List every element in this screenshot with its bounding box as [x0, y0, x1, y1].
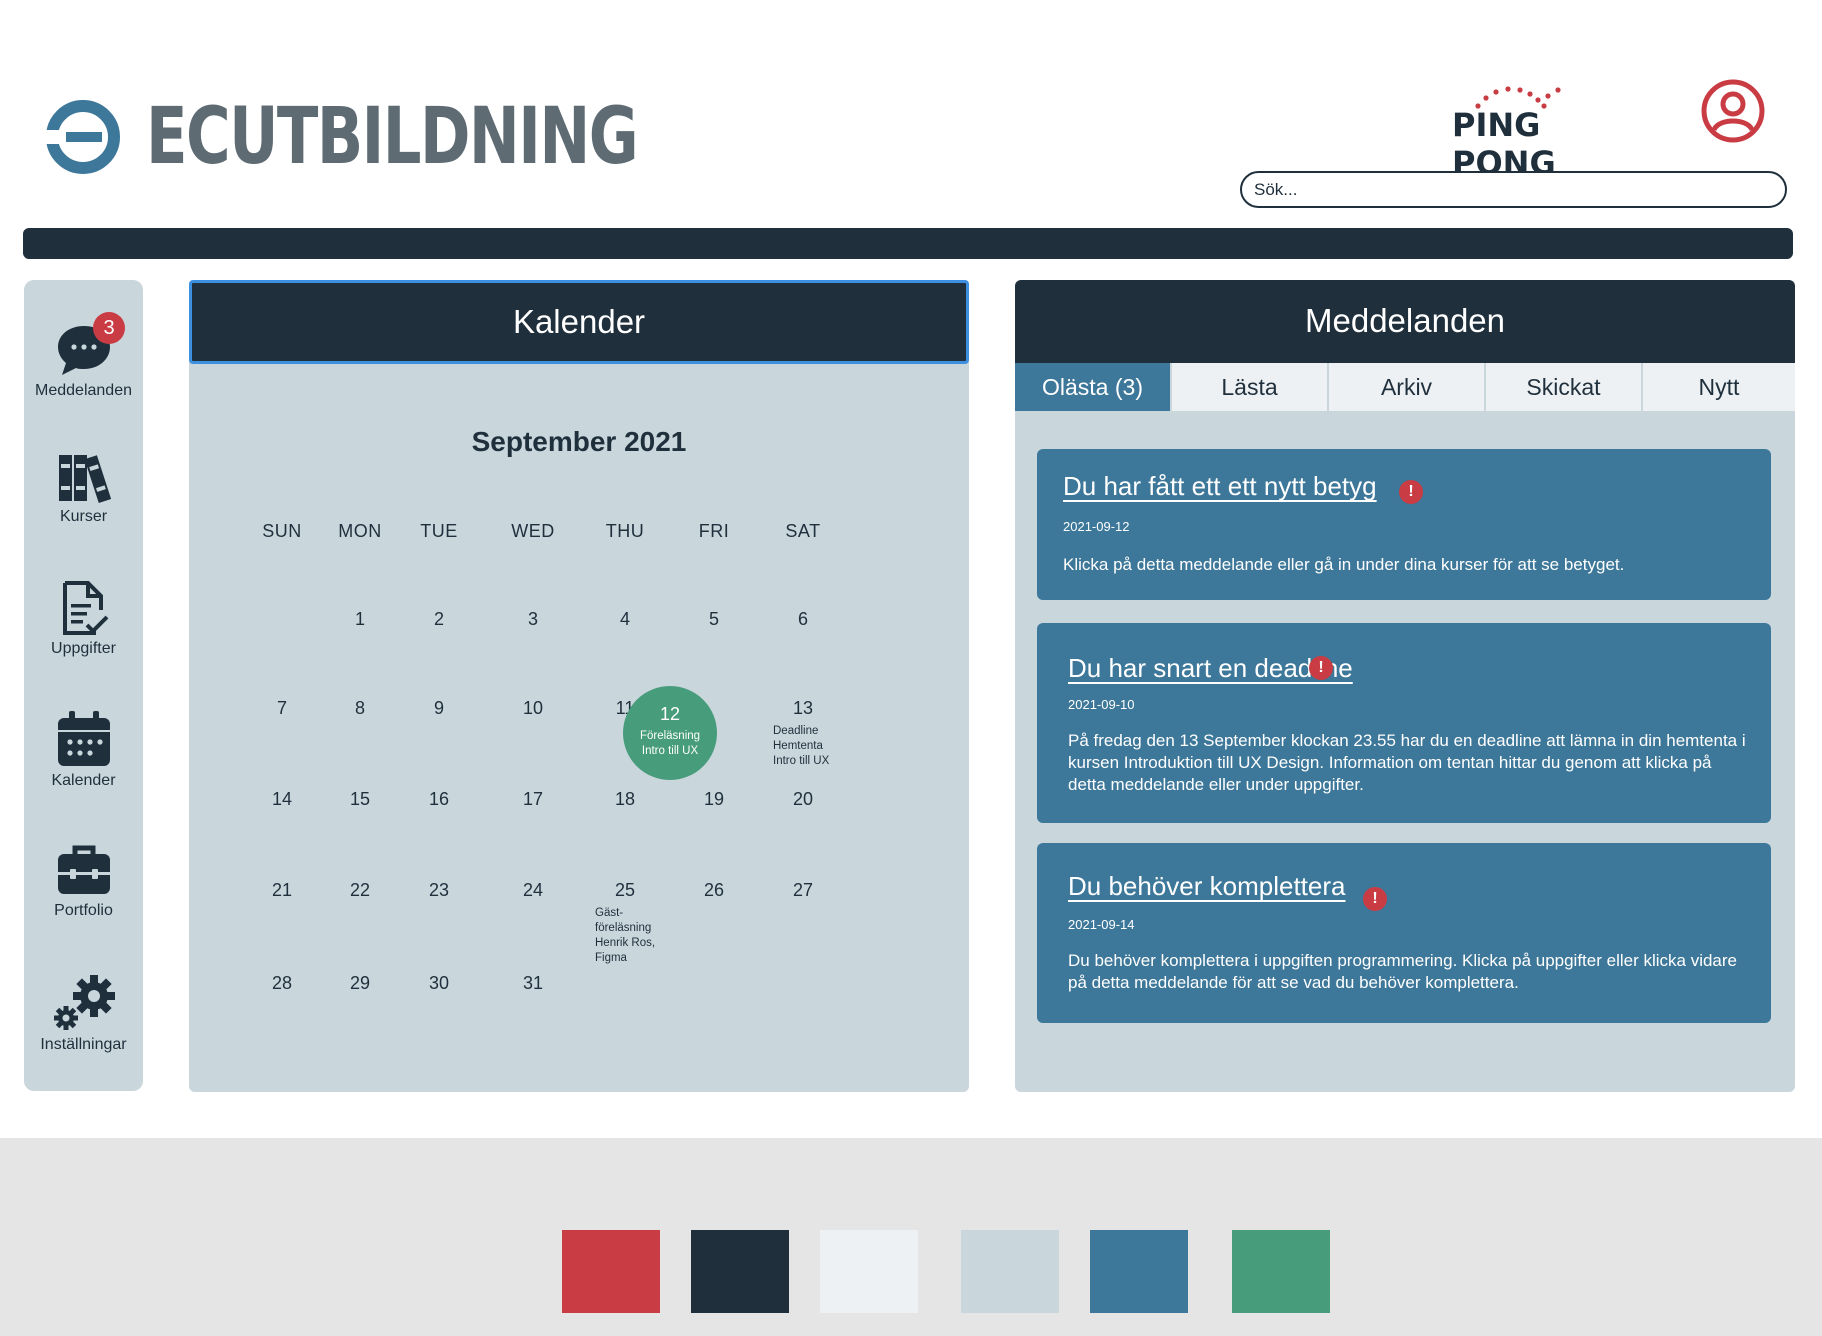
tab-nytt[interactable]: Nytt: [1643, 363, 1795, 411]
alert-icon: !: [1309, 656, 1333, 680]
messages-title: Meddelanden: [1015, 280, 1795, 363]
message-date: 2021-09-14: [1068, 917, 1135, 932]
messages-panel: Meddelanden Olästa (3) Lästa Arkiv Skick…: [1015, 280, 1795, 1092]
day-event: Deadline Hemtenta Intro till UX: [773, 725, 830, 767]
tab-arkiv[interactable]: Arkiv: [1329, 363, 1486, 411]
pingpong-logo[interactable]: PING PONG: [1450, 82, 1640, 182]
calendar-day[interactable]: 17: [493, 789, 573, 810]
app-page: ECUTBILDNING PING PONG Sök... 3 Meddelan…: [0, 0, 1822, 1336]
calendar-day[interactable]: 18: [585, 789, 665, 810]
calendar-day[interactable]: 13: [763, 698, 843, 719]
calendar-day[interactable]: 16: [399, 789, 479, 810]
alert-icon: !: [1399, 480, 1423, 504]
sidebar-item-label: Portfolio: [54, 902, 113, 919]
sidebar-item-meddelanden[interactable]: 3 Meddelanden: [24, 312, 143, 400]
weekday-header: FRI: [698, 521, 730, 541]
message-card[interactable]: Du har fått ett ett nytt betyg ! 2021-09…: [1037, 449, 1771, 600]
calendar-day[interactable]: 15: [320, 789, 400, 810]
weekday-header: TUE: [420, 521, 458, 541]
color-swatch: [1090, 1230, 1188, 1313]
day-number: 12: [659, 704, 681, 724]
message-body: Klicka på detta meddelande eller gå in u…: [1063, 555, 1625, 574]
calendar-day[interactable]: 4: [585, 609, 665, 630]
calendar-day[interactable]: 31: [493, 973, 573, 994]
gears-icon: [53, 975, 115, 1030]
message-card[interactable]: Du har snart en deadline ! 2021-09-10 På…: [1037, 623, 1771, 823]
message-date: 2021-09-12: [1063, 519, 1130, 534]
calendar-day[interactable]: 20: [763, 789, 843, 810]
message-card[interactable]: Du behöver komplettera ! 2021-09-14 Du b…: [1037, 843, 1771, 1023]
document-check-icon: [62, 581, 108, 635]
sidebar-item-kalender[interactable]: Kalender: [24, 710, 143, 790]
sidebar-item-label: Inställningar: [40, 1036, 127, 1053]
calendar-day[interactable]: 9: [399, 698, 479, 719]
sidebar-item-kurser[interactable]: Kurser: [24, 452, 143, 526]
message-title[interactable]: Du behöver komplettera: [1068, 871, 1345, 902]
alert-icon: !: [1363, 887, 1387, 911]
calendar-icon: [57, 711, 110, 766]
calendar-day[interactable]: 8: [320, 698, 400, 719]
calendar-day-selected[interactable]: 12 Föreläsning Intro till UX: [623, 686, 717, 780]
briefcase-icon: [57, 845, 110, 894]
tab-olasta[interactable]: Olästa (3): [1015, 363, 1172, 411]
calendar-day[interactable]: 6: [763, 609, 843, 630]
calendar-day[interactable]: 2: [399, 609, 479, 630]
calendar-day[interactable]: 28: [242, 973, 322, 994]
calendar-day[interactable]: 21: [242, 880, 322, 901]
message-date: 2021-09-10: [1068, 697, 1135, 712]
calendar-day[interactable]: 10: [493, 698, 573, 719]
sidebar: 3 Meddelanden Kurser Uppgifter Kalender …: [24, 280, 143, 1091]
calendar-day[interactable]: 5: [674, 609, 754, 630]
ecutbildning-logo[interactable]: ECUTBILDNING: [46, 98, 776, 176]
sidebar-item-label: Meddelanden: [35, 382, 132, 399]
day-event: Gäst-föreläsning Henrik Ros, Figma: [595, 907, 656, 964]
calendar-title: Kalender: [189, 280, 969, 364]
calendar-day[interactable]: 7: [242, 698, 322, 719]
sidebar-item-label: Kurser: [59, 508, 108, 525]
calendar-day[interactable]: 19: [674, 789, 754, 810]
weekday-header: MON: [338, 521, 382, 541]
calendar-day[interactable]: 29: [320, 973, 400, 994]
calendar-day[interactable]: 25: [585, 880, 665, 901]
weekday-header: THU: [605, 521, 645, 541]
calendar-day[interactable]: 22: [320, 880, 400, 901]
calendar-day[interactable]: 27: [763, 880, 843, 901]
logo-mark-icon: [46, 100, 120, 174]
sidebar-item-label: Uppgifter: [51, 640, 116, 657]
brand-name: ECUTBILDNING: [146, 92, 639, 182]
sidebar-item-portfolio[interactable]: Portfolio: [24, 842, 143, 920]
calendar-month: September 2021: [471, 426, 687, 457]
top-nav-bar: [23, 228, 1793, 259]
weekday-header: WED: [511, 521, 555, 541]
sidebar-item-label: Kalender: [51, 772, 116, 789]
calendar-day[interactable]: 26: [674, 880, 754, 901]
sidebar-item-uppgifter[interactable]: Uppgifter: [24, 580, 143, 658]
calendar-day[interactable]: 23: [399, 880, 479, 901]
message-tabs: Olästa (3) Lästa Arkiv Skickat Nytt: [1015, 363, 1795, 411]
tab-lasta[interactable]: Lästa: [1172, 363, 1329, 411]
sidebar-item-installningar[interactable]: Inställningar: [24, 974, 143, 1054]
weekday-header: SUN: [262, 521, 302, 541]
message-body: På fredag den 13 September klockan 23.55…: [1068, 731, 1746, 794]
calendar-day[interactable]: 1: [320, 609, 400, 630]
calendar-day[interactable]: 3: [493, 609, 573, 630]
calendar-day[interactable]: 30: [399, 973, 479, 994]
tab-skickat[interactable]: Skickat: [1486, 363, 1643, 411]
user-profile-icon[interactable]: [1700, 78, 1766, 144]
color-swatch: [820, 1230, 918, 1313]
unread-badge: 3: [93, 312, 125, 344]
search-input[interactable]: [1240, 171, 1787, 208]
calendar-day[interactable]: 24: [493, 880, 573, 901]
weekday-header: SAT: [785, 521, 821, 541]
books-icon: [58, 455, 111, 503]
color-swatch: [961, 1230, 1059, 1313]
message-title[interactable]: Du har fått ett ett nytt betyg: [1063, 471, 1377, 502]
color-swatch: [691, 1230, 789, 1313]
calendar-day[interactable]: 14: [242, 789, 322, 810]
day-event: Föreläsning Intro till UX: [639, 730, 701, 757]
color-swatch: [562, 1230, 660, 1313]
calendar-panel: Kalender September 2021 SUN MON TUE WED THU F…: [189, 280, 969, 1092]
color-swatch: [1232, 1230, 1330, 1313]
message-body: Du behöver komplettera i uppgiften progr…: [1068, 951, 1738, 992]
